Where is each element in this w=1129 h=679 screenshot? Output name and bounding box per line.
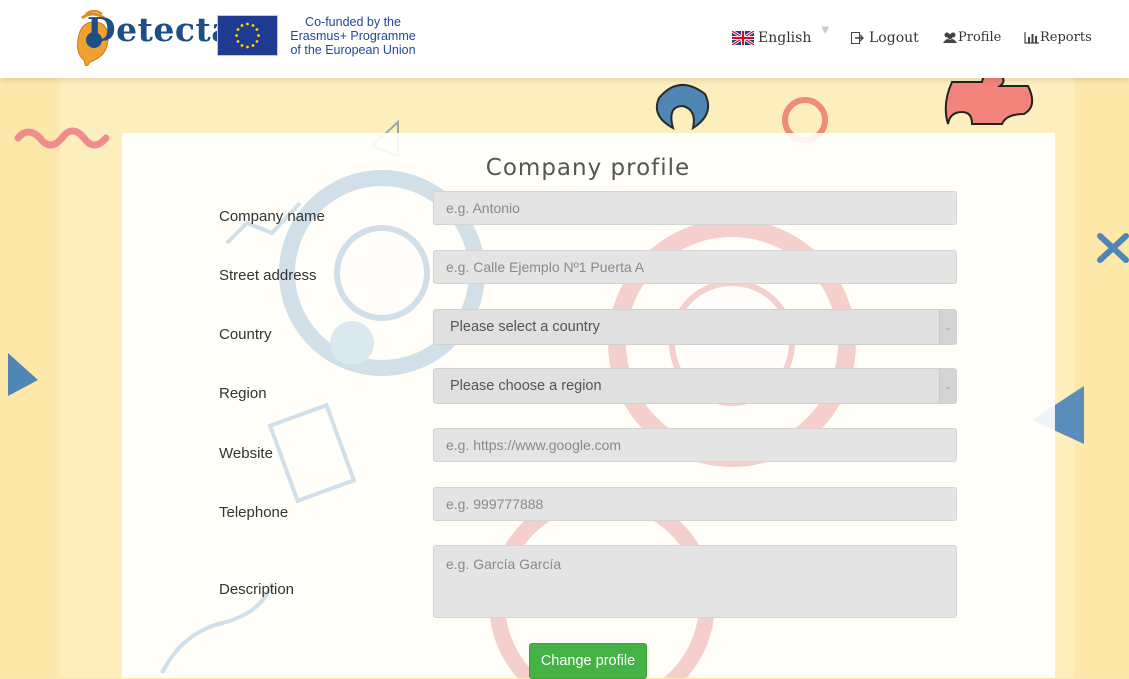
country-label: Country: [219, 326, 272, 343]
page-title: Company profile: [485, 155, 691, 181]
street-address-input[interactable]: [433, 250, 957, 284]
street-address-label: Street address: [219, 267, 317, 284]
region-select-value: Please choose a region: [450, 378, 602, 394]
eu-flag-icon: [217, 15, 278, 56]
description-label: Description: [219, 581, 295, 598]
description-textarea[interactable]: [433, 545, 957, 618]
website-input[interactable]: [433, 428, 957, 462]
chevron-down-icon: ⌄: [939, 369, 956, 403]
squiggle-shape: [14, 127, 110, 149]
chevron-down-icon: ⌄: [939, 310, 956, 344]
region-label: Region: [219, 385, 267, 402]
eu-text-line-3: of the European Union: [290, 43, 416, 57]
change-profile-button[interactable]: Change profile: [529, 643, 647, 679]
wrench-shape: [655, 84, 709, 131]
logout-icon: [851, 32, 864, 44]
logout-link[interactable]: Logout: [851, 30, 919, 46]
company-name-input[interactable]: [433, 191, 957, 225]
language-selector[interactable]: English ▼: [732, 25, 829, 46]
eu-funding-text: Co-funded by the Erasmus+ Programme of t…: [283, 15, 423, 57]
website-label: Website: [219, 445, 273, 462]
telephone-label: Telephone: [219, 504, 289, 521]
telephone-input[interactable]: [433, 487, 957, 521]
dropdown-caret-icon: ▼: [821, 24, 830, 36]
language-label: English: [758, 30, 812, 46]
users-icon: [943, 32, 957, 43]
reports-link[interactable]: Reports: [1024, 30, 1092, 45]
triangle-left-shape: [8, 353, 38, 396]
country-select-value: Please select a country: [450, 319, 600, 335]
region-select[interactable]: Please choose a region ⌄: [433, 368, 957, 404]
puzzle-piece-shape: [944, 78, 1034, 125]
top-navbar: Detecta Co-funded by the Erasmus+ Progra…: [0, 0, 1129, 78]
profile-link[interactable]: Profile: [942, 30, 1001, 45]
eu-text-line-2: Erasmus+ Programme: [290, 29, 416, 43]
profile-label: Profile: [958, 30, 1002, 45]
eu-text-line-1: Co-funded by the: [305, 15, 401, 29]
company-name-label: Company name: [219, 208, 325, 225]
logo-text[interactable]: Detecta: [87, 10, 233, 49]
bar-chart-icon: [1024, 32, 1039, 44]
logout-label: Logout: [869, 30, 919, 46]
country-select[interactable]: Please select a country ⌄: [433, 309, 957, 345]
reports-label: Reports: [1040, 30, 1092, 45]
uk-flag-icon: [732, 31, 754, 45]
cross-shape: [1097, 233, 1129, 263]
